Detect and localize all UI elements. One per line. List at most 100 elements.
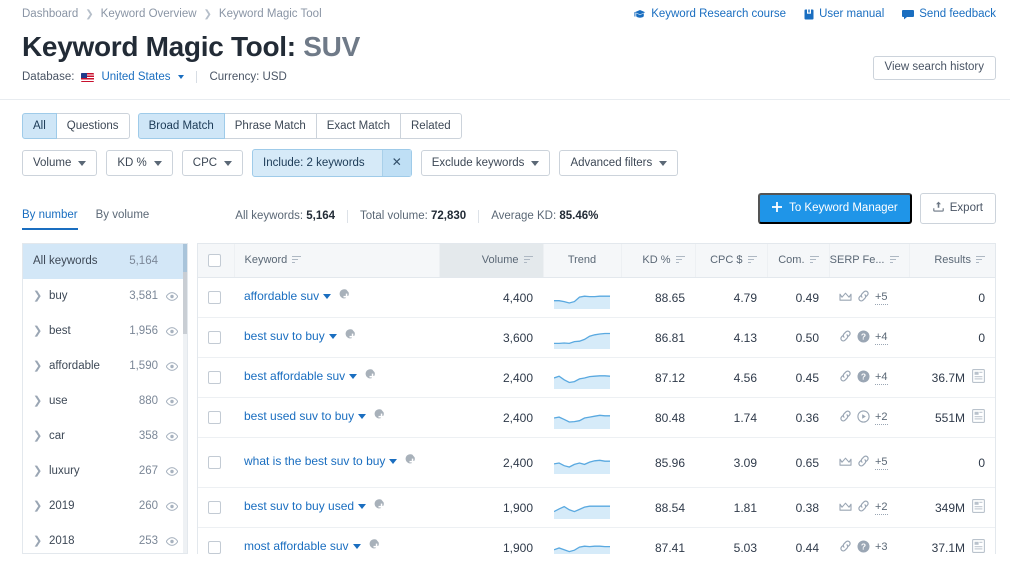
- keyword-link[interactable]: best used suv to buy: [244, 408, 367, 424]
- eye-icon[interactable]: [164, 361, 178, 371]
- breadcrumb-item-keyword-overview[interactable]: Keyword Overview: [101, 8, 197, 20]
- chevron-down-icon[interactable]: [349, 374, 358, 380]
- sidebar-item-affordable[interactable]: ❯ affordable 1,590: [23, 349, 187, 384]
- link-icon[interactable]: [857, 290, 870, 305]
- chevron-down-icon[interactable]: [352, 544, 361, 550]
- breadcrumb-item-dashboard[interactable]: Dashboard: [22, 8, 78, 20]
- question-icon[interactable]: ?: [857, 370, 870, 386]
- link-icon[interactable]: [839, 540, 852, 554]
- crown-icon[interactable]: [839, 456, 852, 470]
- header-kd[interactable]: KD %: [621, 243, 696, 279]
- match-tab-phrase-match[interactable]: Phrase Match: [223, 113, 317, 140]
- sidebar-item-use[interactable]: ❯ use 880: [23, 384, 187, 419]
- link-icon[interactable]: [857, 500, 870, 515]
- row-checkbox[interactable]: [208, 501, 221, 515]
- keyword-link[interactable]: best affordable suv: [244, 368, 358, 384]
- crown-icon[interactable]: [839, 501, 852, 515]
- chevron-down-icon[interactable]: [358, 504, 367, 510]
- row-checkbox[interactable]: [208, 541, 221, 554]
- crown-icon[interactable]: [839, 291, 852, 305]
- serp-more-count[interactable]: +4: [875, 331, 888, 345]
- table-row[interactable]: most affordable suv 1,900 87.41 5.03 0.44? +3…: [198, 527, 995, 554]
- sidebar-item-all-keywords[interactable]: All keywords 5,164: [23, 243, 187, 279]
- chevron-down-icon[interactable]: [178, 75, 185, 80]
- keyword-link[interactable]: affordable suv: [244, 288, 332, 304]
- chevron-down-icon[interactable]: [358, 414, 367, 420]
- chevron-right-icon[interactable]: ❯: [33, 430, 43, 442]
- database-value[interactable]: United States: [101, 71, 170, 83]
- select-all-checkbox[interactable]: [208, 253, 221, 267]
- chevron-down-icon[interactable]: [323, 294, 332, 300]
- tab-by-number[interactable]: By number: [22, 209, 78, 230]
- table-row[interactable]: best used suv to buy 2,400 80.48 1.74 0.36 +2…: [198, 397, 995, 439]
- sidebar-item-2019[interactable]: ❯ 2019 260: [23, 489, 187, 524]
- row-checkbox[interactable]: [208, 371, 221, 385]
- chevron-down-icon[interactable]: [389, 459, 398, 465]
- add-keyword-icon[interactable]: [339, 289, 354, 307]
- article-icon[interactable]: [972, 539, 985, 554]
- link-icon[interactable]: [839, 330, 852, 345]
- eye-icon[interactable]: [164, 501, 178, 511]
- serp-more-count[interactable]: +5: [875, 291, 888, 305]
- filter-cpc[interactable]: CPC: [181, 150, 244, 176]
- filter-volume[interactable]: Volume: [22, 150, 98, 176]
- keyword-link[interactable]: best suv to buy used: [244, 498, 367, 514]
- add-keyword-icon[interactable]: [369, 539, 384, 554]
- filter-kd[interactable]: KD %: [106, 150, 173, 176]
- match-tab-questions[interactable]: Questions: [55, 113, 130, 140]
- view-search-history-button[interactable]: View search history: [872, 56, 996, 80]
- add-keyword-icon[interactable]: [374, 409, 389, 427]
- to-keyword-manager-button[interactable]: To Keyword Manager: [758, 192, 912, 224]
- chevron-right-icon[interactable]: ❯: [33, 325, 43, 337]
- article-icon[interactable]: [972, 409, 985, 426]
- breadcrumb-item-keyword-magic-tool[interactable]: Keyword Magic Tool: [219, 8, 322, 20]
- add-keyword-icon[interactable]: [345, 329, 360, 347]
- serp-more-count[interactable]: +2: [875, 411, 888, 425]
- chevron-right-icon[interactable]: ❯: [33, 360, 43, 372]
- header-cpc[interactable]: CPC $: [695, 243, 768, 279]
- export-button[interactable]: Export: [919, 192, 996, 224]
- eye-icon[interactable]: [164, 536, 178, 546]
- chevron-right-icon[interactable]: ❯: [33, 465, 43, 477]
- chevron-right-icon[interactable]: ❯: [33, 500, 43, 512]
- sidebar-item-car[interactable]: ❯ car 358: [23, 419, 187, 454]
- table-row[interactable]: what is the best suv to buy 2,400 85.96 3.0…: [198, 437, 995, 489]
- sidebar-scrollbar-track-segment[interactable]: [183, 271, 187, 334]
- row-checkbox[interactable]: [208, 331, 221, 345]
- user-manual-link[interactable]: User manual: [804, 8, 884, 20]
- add-keyword-icon[interactable]: [405, 454, 420, 472]
- keyword-research-course-link[interactable]: Keyword Research course: [634, 8, 786, 20]
- article-icon[interactable]: [972, 369, 985, 386]
- row-checkbox[interactable]: [208, 456, 221, 470]
- link-icon[interactable]: [839, 370, 852, 385]
- filter-exclude-keywords[interactable]: Exclude keywords: [420, 150, 551, 176]
- serp-more-count[interactable]: +4: [875, 371, 888, 385]
- eye-icon[interactable]: [164, 466, 178, 476]
- match-tab-all[interactable]: All: [22, 113, 57, 140]
- keyword-link[interactable]: best suv to buy: [244, 328, 337, 344]
- match-tab-exact-match[interactable]: Exact Match: [315, 113, 401, 140]
- header-com[interactable]: Com.: [767, 243, 830, 279]
- eye-icon[interactable]: [164, 431, 178, 441]
- add-keyword-icon[interactable]: [374, 499, 389, 517]
- filter-advanced[interactable]: Advanced filters: [559, 150, 679, 176]
- chevron-right-icon[interactable]: ❯: [33, 535, 43, 547]
- table-row[interactable]: best suv to buy used 1,900 88.54 1.81 0.38 +2…: [198, 487, 995, 529]
- eye-icon[interactable]: [164, 396, 178, 406]
- match-tab-broad-match[interactable]: Broad Match: [137, 113, 225, 140]
- match-tab-related[interactable]: Related: [400, 113, 462, 140]
- serp-more-count[interactable]: +3: [875, 541, 888, 554]
- row-checkbox[interactable]: [208, 291, 221, 305]
- add-keyword-icon[interactable]: [365, 369, 380, 387]
- sidebar-scrollbar-thumb[interactable]: [183, 243, 187, 272]
- article-icon[interactable]: [972, 499, 985, 516]
- link-icon[interactable]: [839, 410, 852, 425]
- serp-more-count[interactable]: +5: [875, 456, 888, 470]
- send-feedback-link[interactable]: Send feedback: [902, 8, 996, 20]
- question-icon[interactable]: ?: [857, 540, 870, 554]
- tab-by-volume[interactable]: By volume: [96, 209, 150, 230]
- sidebar-item-buy[interactable]: ❯ buy 3,581: [23, 279, 187, 314]
- serp-more-count[interactable]: +2: [875, 501, 888, 515]
- table-row[interactable]: affordable suv 4,400 88.65 4.79 0.49 +5 0: [198, 277, 995, 319]
- header-volume[interactable]: Volume: [439, 243, 544, 279]
